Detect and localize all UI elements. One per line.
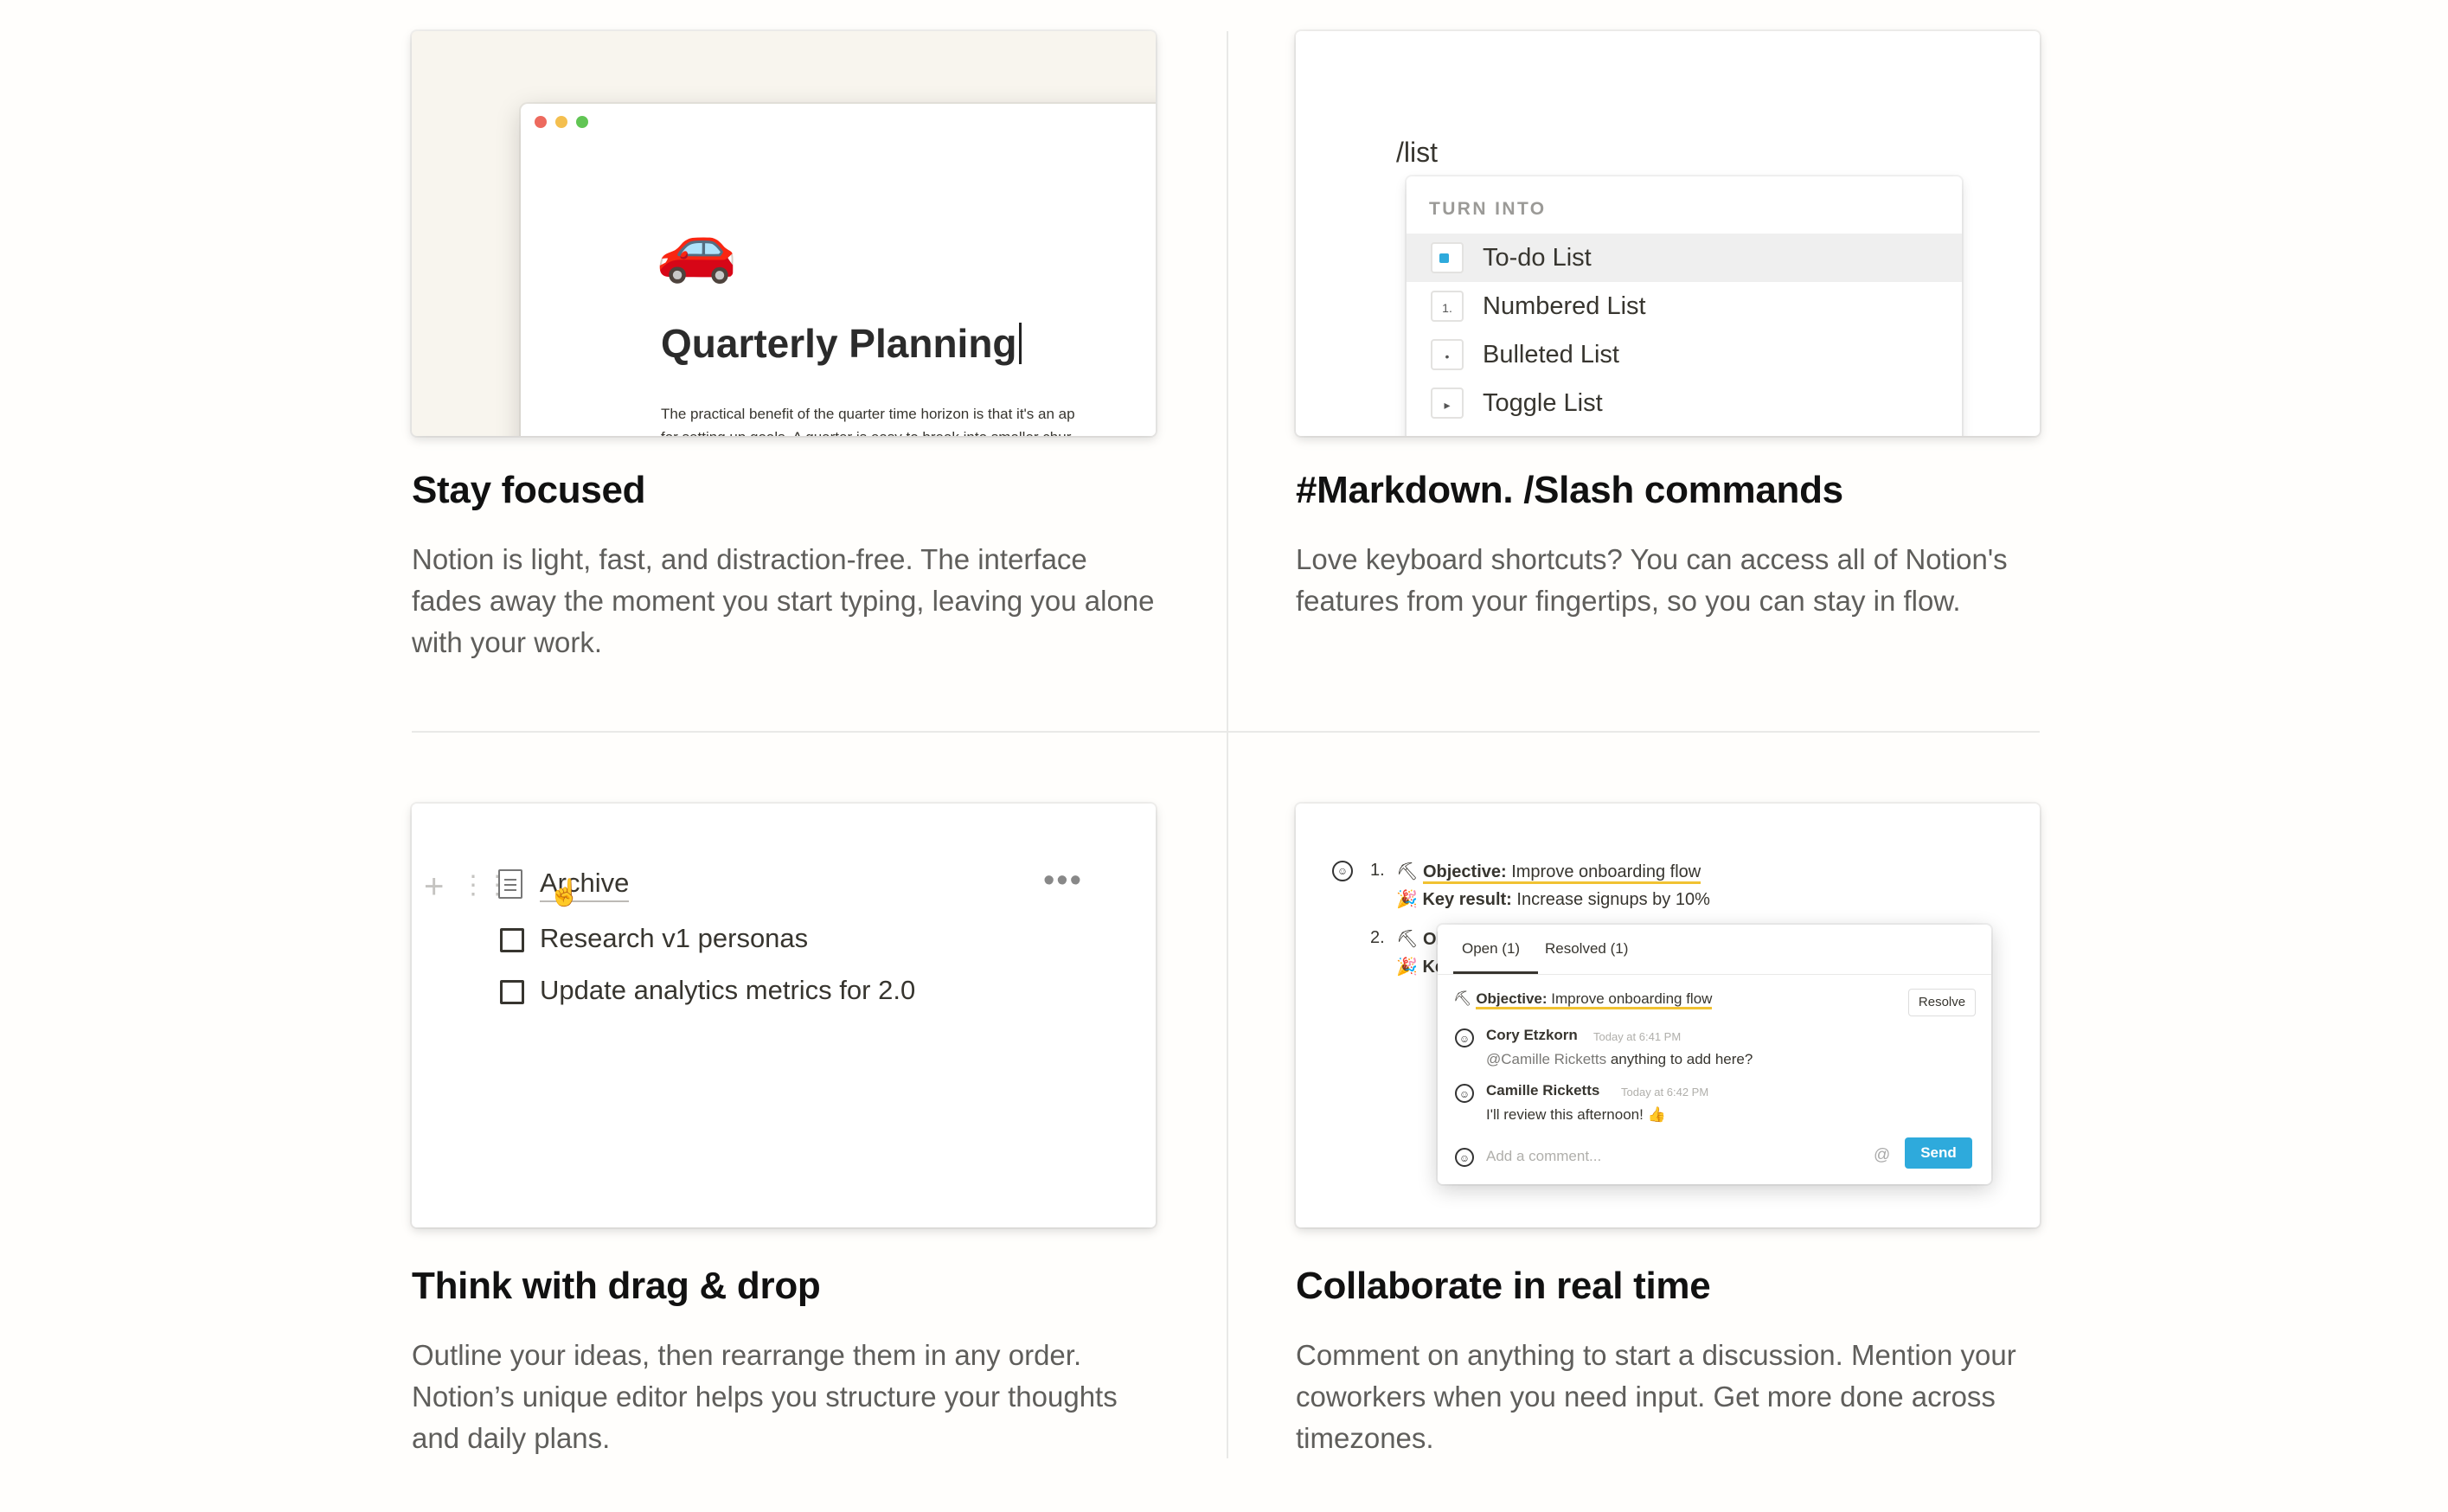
todo-checkbox[interactable] — [500, 928, 524, 952]
feature-description: Notion is light, fast, and distraction-f… — [412, 543, 1155, 658]
user-avatar: ☺ — [1455, 1028, 1474, 1048]
comment-author: Camille Ricketts — [1486, 1082, 1600, 1099]
turn-into-menu: TURN INTO To-do List 1. Numbered List • … — [1407, 176, 1962, 436]
drag-drop-illustration: + ⋮⋮ Archive ☝ ••• Research v1 personas … — [412, 804, 1156, 1227]
numbered-list-icon: 1. — [1431, 291, 1464, 322]
page-document-icon — [498, 869, 522, 899]
car-emoji-icon: 🚗 — [656, 211, 738, 285]
menu-item-label: To-do List — [1483, 244, 1592, 272]
feature-title: Think with drag & drop — [412, 1265, 821, 1307]
todo-label[interactable]: Update analytics metrics for 2.0 — [540, 975, 915, 1006]
menu-item-bulleted-list[interactable]: • Bulleted List — [1407, 330, 1962, 379]
user-avatar: ☺ — [1455, 1084, 1474, 1103]
editor-window: 🚗 Quarterly Planning The practical benef… — [521, 104, 1156, 436]
slash-command-text[interactable]: /list — [1396, 137, 1438, 169]
menu-item-label: Numbered List — [1483, 292, 1646, 320]
page-body-text[interactable]: The practical benefit of the quarter tim… — [661, 402, 1156, 436]
menu-item-label: Toggle List — [1483, 389, 1603, 417]
text-caret — [1018, 323, 1022, 364]
objective-line[interactable]: ⛏ Objective: Improve onboarding flow — [1396, 861, 1701, 884]
bulleted-list-icon: • — [1431, 339, 1464, 370]
popup-objective: ⛏ Objective: Improve onboarding flow — [1453, 990, 1713, 1009]
menu-item-todo-list[interactable]: To-do List — [1407, 234, 1962, 282]
todo-checkbox[interactable] — [500, 980, 524, 1004]
add-block-icon[interactable]: + — [424, 869, 444, 904]
feature-title: Stay focused — [412, 469, 646, 511]
tab-divider — [1438, 974, 1991, 975]
comment-author: Cory Etzkorn — [1486, 1027, 1578, 1043]
feature-description: Outline your ideas, then rearrange them … — [412, 1339, 1118, 1454]
vertical-divider — [1227, 31, 1228, 1458]
horizontal-divider — [412, 731, 2040, 733]
slash-commands-illustration: /list TURN INTO To-do List 1. Numbered L… — [1296, 31, 2040, 436]
key-result-line: 🎉 Key result: Increase signups by 10% — [1396, 890, 1710, 909]
comment-time: Today at 6:41 PM — [1593, 1030, 1682, 1043]
user-avatar: ☺ — [1455, 1148, 1474, 1167]
feature-title: Collaborate in real time — [1296, 1265, 1711, 1307]
tab-open[interactable]: Open (1) — [1462, 940, 1520, 958]
maximize-window-dot — [576, 116, 588, 128]
objective-line: ⛏ Ol — [1396, 930, 1442, 949]
more-options-icon[interactable]: ••• — [1043, 862, 1083, 900]
user-avatar: ☺ — [1332, 861, 1353, 881]
comment-time: Today at 6:42 PM — [1621, 1086, 1709, 1099]
list-number: 1. — [1370, 861, 1385, 880]
party-popper-icon: 🎉 — [1396, 890, 1418, 909]
hammer-icon: ⛏ — [1396, 862, 1419, 881]
toggle-list-icon: ▸ — [1431, 388, 1464, 419]
checkbox-icon — [1431, 242, 1464, 273]
resolve-button[interactable]: Resolve — [1908, 989, 1976, 1016]
send-button[interactable]: Send — [1905, 1137, 1972, 1169]
comment-text: I'll review this afternoon! 👍 — [1486, 1106, 1666, 1123]
comment-text: @Camille Ricketts anything to add here? — [1486, 1051, 1753, 1067]
hammer-icon: ⛏ — [1396, 930, 1419, 949]
menu-header: TURN INTO — [1429, 199, 1547, 219]
collaboration-illustration: ☺ 1. ⛏ Objective: Improve onboarding flo… — [1296, 804, 2040, 1227]
list-number: 2. — [1370, 928, 1385, 947]
menu-item-numbered-list[interactable]: 1. Numbered List — [1407, 282, 1962, 330]
tab-resolved[interactable]: Resolved (1) — [1545, 940, 1628, 958]
hammer-icon: ⛏ — [1453, 990, 1472, 1007]
stay-focused-illustration: 🚗 Quarterly Planning The practical benef… — [412, 31, 1156, 436]
feature-description: Love keyboard shortcuts? You can access … — [1296, 543, 2008, 617]
comment-popup: Open (1) Resolved (1) ⛏ Objective: Impro… — [1438, 925, 1991, 1184]
comment-input[interactable]: Add a comment... — [1486, 1148, 1601, 1165]
feature-description: Comment on anything to start a discussio… — [1296, 1339, 2016, 1454]
page-title[interactable]: Quarterly Planning — [661, 320, 1022, 367]
feature-title: #Markdown. /Slash commands — [1296, 469, 1843, 511]
minimize-window-dot — [555, 116, 567, 128]
menu-item-toggle-list[interactable]: ▸ Toggle List — [1407, 379, 1962, 427]
menu-item-label: Bulleted List — [1483, 341, 1619, 368]
grab-cursor-icon: ☝ — [548, 879, 581, 907]
mention-icon[interactable]: @ — [1874, 1146, 1890, 1165]
todo-label[interactable]: Research v1 personas — [540, 923, 808, 954]
close-window-dot — [535, 116, 547, 128]
party-popper-icon: 🎉 — [1396, 958, 1418, 977]
